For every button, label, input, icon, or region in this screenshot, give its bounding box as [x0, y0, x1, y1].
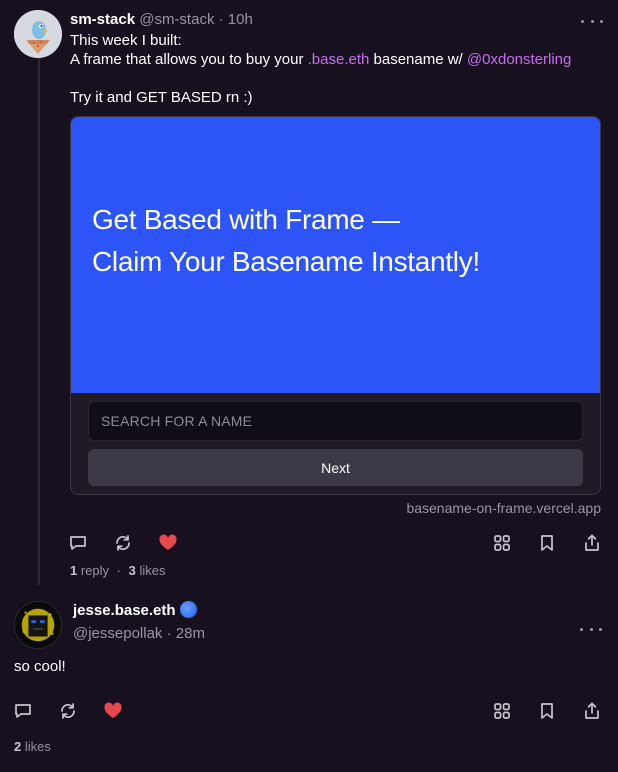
- frame-headline-line-2: Claim Your Basename Instantly!: [92, 246, 480, 277]
- frame-search-input[interactable]: SEARCH FOR A NAME: [88, 401, 583, 441]
- separator: ·: [166, 625, 172, 642]
- post-line-1: This week I built:: [70, 32, 182, 49]
- reply-author-name[interactable]: jesse.base.eth: [73, 602, 176, 619]
- post-line-2: A frame that allows you to buy your .bas…: [70, 50, 610, 69]
- post-text: A frame that allows you to buy your: [70, 51, 308, 68]
- frame-headline: Get Based with Frame — Claim Your Basena…: [92, 199, 480, 283]
- reply-avatar-image: [15, 602, 61, 648]
- recast-icon[interactable]: [113, 533, 133, 553]
- frame-headline-line-1: Get Based with Frame —: [92, 204, 400, 235]
- frame-domain-link[interactable]: basename-on-frame.vercel.app: [406, 500, 601, 516]
- reply-text: so cool!: [14, 658, 66, 675]
- share-icon[interactable]: [582, 533, 602, 553]
- share-icon[interactable]: [582, 701, 602, 721]
- post-stats: 1 reply · 3 likes: [70, 563, 166, 578]
- replies-count-number: 1: [70, 563, 78, 578]
- grid-icon[interactable]: [492, 533, 512, 553]
- recast-icon[interactable]: [58, 701, 78, 721]
- post-body: This week I built: A frame that allows y…: [70, 31, 610, 107]
- likes-count-number: 3: [128, 563, 136, 578]
- more-icon[interactable]: [581, 14, 603, 28]
- reply-avatar[interactable]: [14, 601, 62, 649]
- thread-connector-line: [38, 58, 40, 585]
- post-text: basename w/: [369, 51, 467, 68]
- stats-separator: ·: [116, 563, 122, 578]
- frame-image[interactable]: Get Based with Frame — Claim Your Basena…: [71, 117, 600, 393]
- reply-meta: @jessepollak · 28m: [73, 625, 205, 642]
- verified-badge-icon: [179, 601, 197, 618]
- grid-icon[interactable]: [492, 701, 512, 721]
- frame-next-button[interactable]: Next: [88, 449, 583, 486]
- reply-likes-count: 2: [14, 739, 22, 754]
- comment-icon[interactable]: [13, 701, 33, 721]
- reply-header: jesse.base.eth: [73, 601, 197, 620]
- post-header: sm-stack @sm-stack · 10h: [70, 10, 253, 29]
- reply-stats[interactable]: 2 likes: [14, 739, 51, 754]
- likes-label: likes: [139, 563, 166, 578]
- more-icon[interactable]: [580, 622, 602, 636]
- post-time[interactable]: 10h: [228, 11, 253, 28]
- channel-link[interactable]: .base.eth: [308, 51, 370, 68]
- bookmark-icon[interactable]: [537, 533, 557, 553]
- post-line-3: Try it and GET BASED rn :): [70, 89, 253, 106]
- separator: ·: [218, 11, 224, 28]
- reply-time[interactable]: 28m: [176, 625, 205, 642]
- heart-icon[interactable]: [158, 533, 178, 553]
- author-handle[interactable]: @sm-stack: [139, 11, 214, 28]
- replies-count[interactable]: 1 reply: [70, 563, 109, 578]
- avatar-image: [14, 10, 62, 58]
- bookmark-icon[interactable]: [537, 701, 557, 721]
- author-name[interactable]: sm-stack: [70, 11, 135, 28]
- likes-count[interactable]: 3 likes: [129, 563, 166, 578]
- heart-icon[interactable]: [103, 701, 123, 721]
- mention-link[interactable]: @0xdonsterling: [467, 51, 571, 68]
- frame-embed: Get Based with Frame — Claim Your Basena…: [70, 116, 601, 495]
- reply-author-handle[interactable]: @jessepollak: [73, 625, 162, 642]
- comment-icon[interactable]: [68, 533, 88, 553]
- reply-likes-label: likes: [24, 739, 51, 754]
- avatar[interactable]: [14, 10, 62, 58]
- replies-label: reply: [80, 563, 110, 578]
